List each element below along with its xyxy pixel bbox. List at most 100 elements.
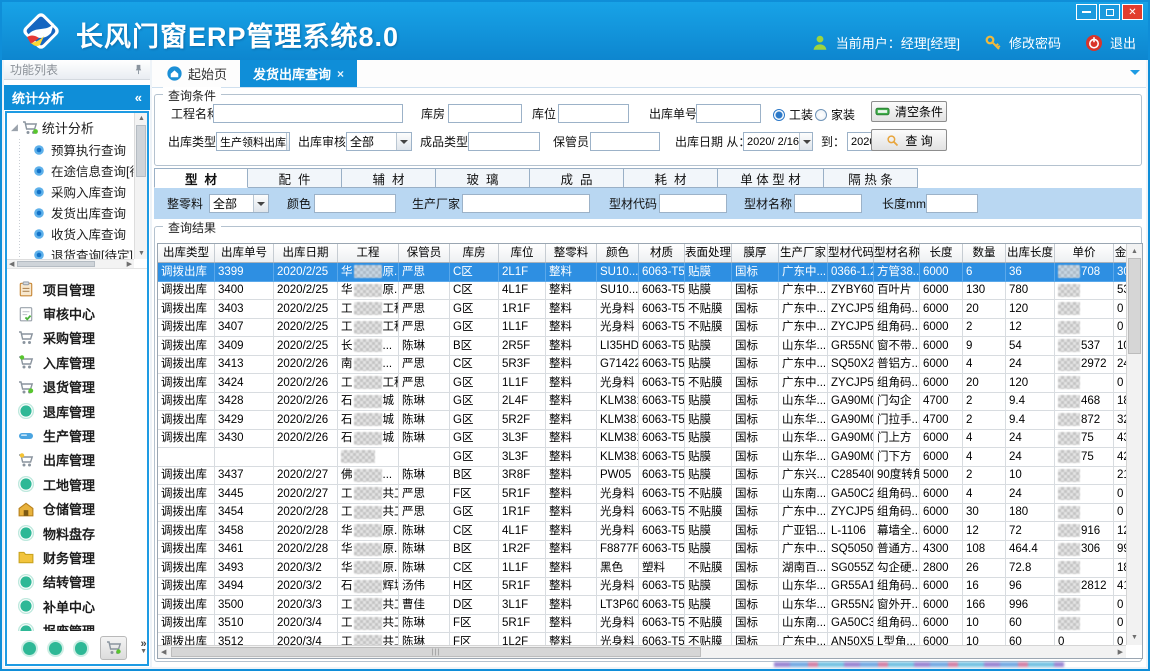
- dropdown-arrow-icon[interactable]: [253, 195, 268, 212]
- table-row[interactable]: 调拨出库34032020/2/25工工程严思G区1R1F整料光身料6063-T5…: [158, 300, 1126, 319]
- sidebar-item-10[interactable]: 物料盘存: [7, 521, 147, 545]
- sidebar-item-5[interactable]: 退库管理: [7, 399, 147, 423]
- scrollbar-thumb[interactable]: |||: [171, 647, 701, 657]
- tree-item-4[interactable]: 收货入库查询: [7, 223, 147, 244]
- sidebar-item-8[interactable]: 工地管理: [7, 472, 147, 496]
- logout-link[interactable]: 退出: [1110, 33, 1136, 52]
- tree-expander-icon[interactable]: ◢: [11, 122, 18, 133]
- collapse-chevron-icon[interactable]: «: [135, 90, 142, 105]
- footer-circle-icon[interactable]: [75, 642, 88, 655]
- table-row[interactable]: 调拨出库34282020/2/26石城陈琳G区2L4F整料KLM38176063…: [158, 393, 1126, 412]
- sidebar-item-13[interactable]: 补单中心: [7, 594, 147, 618]
- table-row[interactable]: 调拨出库34582020/2/28华原...陈琳C区4L1F整料光身料6063-…: [158, 522, 1126, 541]
- sidebar-item-1[interactable]: 审核中心: [7, 301, 147, 325]
- table-row[interactable]: 调拨出库34292020/2/26石城陈琳G区5R2F整料KLM38176063…: [158, 411, 1126, 430]
- table-row[interactable]: 调拨出库34092020/2/25长...陈琳B区2R5F整料LI35HD606…: [158, 337, 1126, 356]
- column-header-5[interactable]: 库房: [450, 244, 499, 262]
- location-input[interactable]: [558, 104, 629, 123]
- date-from-picker[interactable]: 2020/ 2/16: [743, 132, 813, 151]
- column-header-4[interactable]: 保管员: [399, 244, 450, 262]
- tree-item-2[interactable]: 采购入库查询: [7, 181, 147, 202]
- column-header-18[interactable]: 单价: [1055, 244, 1114, 262]
- whole-part-select[interactable]: 全部: [209, 194, 269, 213]
- out-type-select[interactable]: 生产领料出库: [216, 132, 290, 151]
- keeper-input[interactable]: [590, 132, 660, 151]
- table-row[interactable]: 调拨出库34372020/2/27佛...陈琳B区3R8F整料PW056063-…: [158, 467, 1126, 486]
- sidebar-item-4[interactable]: 退货管理: [7, 375, 147, 399]
- dropdown-arrow-icon[interactable]: [396, 133, 411, 150]
- dropdown-arrow-icon[interactable]: [799, 133, 813, 150]
- sidebar-item-3[interactable]: 入库管理: [7, 350, 147, 374]
- tab-0[interactable]: 起始页: [154, 60, 240, 87]
- pin-icon[interactable]: [133, 64, 144, 75]
- tree-item-3[interactable]: 发货出库查询: [7, 202, 147, 223]
- color-input[interactable]: [314, 194, 396, 213]
- table-row[interactable]: 调拨出库34932020/3/2华原...陈琳C区1L1F整料黑色塑料不贴膜国标…: [158, 559, 1126, 578]
- table-row[interactable]: 调拨出库34072020/2/25工工程严思G区1L1F整料光身料6063-T5…: [158, 319, 1126, 338]
- column-header-8[interactable]: 颜色: [597, 244, 639, 262]
- table-row[interactable]: 调拨出库34002020/2/25华原...严思C区4L1F整料SU10...6…: [158, 282, 1126, 301]
- close-button[interactable]: ✕: [1122, 4, 1143, 20]
- sidebar-section-statistics[interactable]: 统计分析 «: [4, 85, 150, 110]
- dropdown-arrow-icon[interactable]: [286, 133, 290, 150]
- clear-conditions-button[interactable]: 清空条件: [871, 101, 947, 122]
- column-header-1[interactable]: 出库单号: [215, 244, 274, 262]
- tree-root[interactable]: ◢ 统计分析: [7, 113, 147, 139]
- table-row[interactable]: 调拨出库33992020/2/25华原...严思C区2L1F整料SU10...6…: [158, 263, 1126, 282]
- search-button[interactable]: 查 询: [871, 129, 947, 151]
- table-row[interactable]: 调拨出库34542020/2/28工共工程严思G区1R1F整料光身料6063-T…: [158, 504, 1126, 523]
- table-row[interactable]: 调拨出库34132020/2/26南...严思C区5R3F整料G71422606…: [158, 356, 1126, 375]
- tab-overflow-chevron-icon[interactable]: [1130, 70, 1140, 80]
- sidebar-item-14[interactable]: 报废管理: [7, 618, 147, 631]
- material-tab-0[interactable]: 型 材: [154, 168, 248, 188]
- column-header-7[interactable]: 整零料: [546, 244, 597, 262]
- sidebar-item-9[interactable]: 仓储管理: [7, 497, 147, 521]
- warehouse-input[interactable]: [448, 104, 522, 123]
- material-tab-1[interactable]: 配 件: [248, 168, 342, 188]
- length-input[interactable]: [926, 194, 978, 213]
- table-row[interactable]: 调拨出库34302020/2/26石城陈琳G区3L3F整料KLM38176063…: [158, 430, 1126, 449]
- radio-gongzhuang[interactable]: 工装: [773, 106, 813, 123]
- table-row[interactable]: 调拨出库34242020/2/26工工程严思G区1L1F整料光身料6063-T5…: [158, 374, 1126, 393]
- material-tab-7[interactable]: 隔 热 条: [824, 168, 918, 188]
- column-header-3[interactable]: 工程: [338, 244, 399, 262]
- audit-select[interactable]: 全部: [346, 132, 412, 151]
- material-tab-5[interactable]: 耗 材: [624, 168, 718, 188]
- product-type-input[interactable]: [468, 132, 540, 151]
- manufacturer-input[interactable]: [462, 194, 590, 213]
- sidebar-item-12[interactable]: 结转管理: [7, 570, 147, 594]
- order-no-input[interactable]: [696, 104, 761, 123]
- grid-horizontal-scrollbar[interactable]: ◀|||▶: [158, 645, 1126, 658]
- table-row[interactable]: 调拨出库34942020/3/2石辉城汤伟H区5R1F整料光身料6063-T5贴…: [158, 578, 1126, 597]
- maximize-button[interactable]: [1099, 4, 1120, 20]
- column-header-0[interactable]: 出库类型: [158, 244, 215, 262]
- table-row[interactable]: 调拨出库35102020/3/4工共工程陈琳F区5R1F整料光身料6063-T5…: [158, 615, 1126, 634]
- sidebar-item-2[interactable]: 采购管理: [7, 326, 147, 350]
- material-tab-3[interactable]: 玻 璃: [436, 168, 530, 188]
- column-header-17[interactable]: 出库长度: [1006, 244, 1055, 262]
- project-name-input[interactable]: [213, 104, 403, 123]
- column-header-13[interactable]: 型材代码: [828, 244, 874, 262]
- tree-item-0[interactable]: 预算执行查询: [7, 139, 147, 160]
- tree-vertical-scrollbar[interactable]: ▲▼: [134, 113, 147, 259]
- column-header-6[interactable]: 库位: [499, 244, 546, 262]
- column-header-14[interactable]: 型材名称: [874, 244, 920, 262]
- material-tab-6[interactable]: 单 体 型 材: [718, 168, 824, 188]
- change-password-link[interactable]: 修改密码: [1009, 33, 1061, 52]
- column-header-12[interactable]: 生产厂家: [779, 244, 828, 262]
- footer-circle-icon[interactable]: [23, 642, 36, 655]
- material-tab-4[interactable]: 成 品: [530, 168, 624, 188]
- column-header-2[interactable]: 出库日期: [274, 244, 338, 262]
- tab-1[interactable]: 发货出库查询×: [240, 60, 357, 87]
- sidebar-overflow-button[interactable]: »▼: [140, 640, 147, 656]
- tree-item-1[interactable]: 在途信息查询[待: [7, 160, 147, 181]
- table-row[interactable]: 调拨出库35002020/3/3工共工程曹佳D区3L1F整料LT3P606063…: [158, 596, 1126, 615]
- profile-code-input[interactable]: [659, 194, 727, 213]
- sidebar-item-6[interactable]: 生产管理: [7, 423, 147, 447]
- column-header-15[interactable]: 长度: [920, 244, 963, 262]
- sidebar-item-11[interactable]: 财务管理: [7, 545, 147, 569]
- material-tab-2[interactable]: 辅 材: [342, 168, 436, 188]
- footer-cart-button[interactable]: [100, 636, 127, 660]
- sidebar-item-7[interactable]: 出库管理: [7, 448, 147, 472]
- table-row[interactable]: G区3L3F整料KLM38176063-T5贴膜国标山东华...GA90M09.…: [158, 448, 1126, 467]
